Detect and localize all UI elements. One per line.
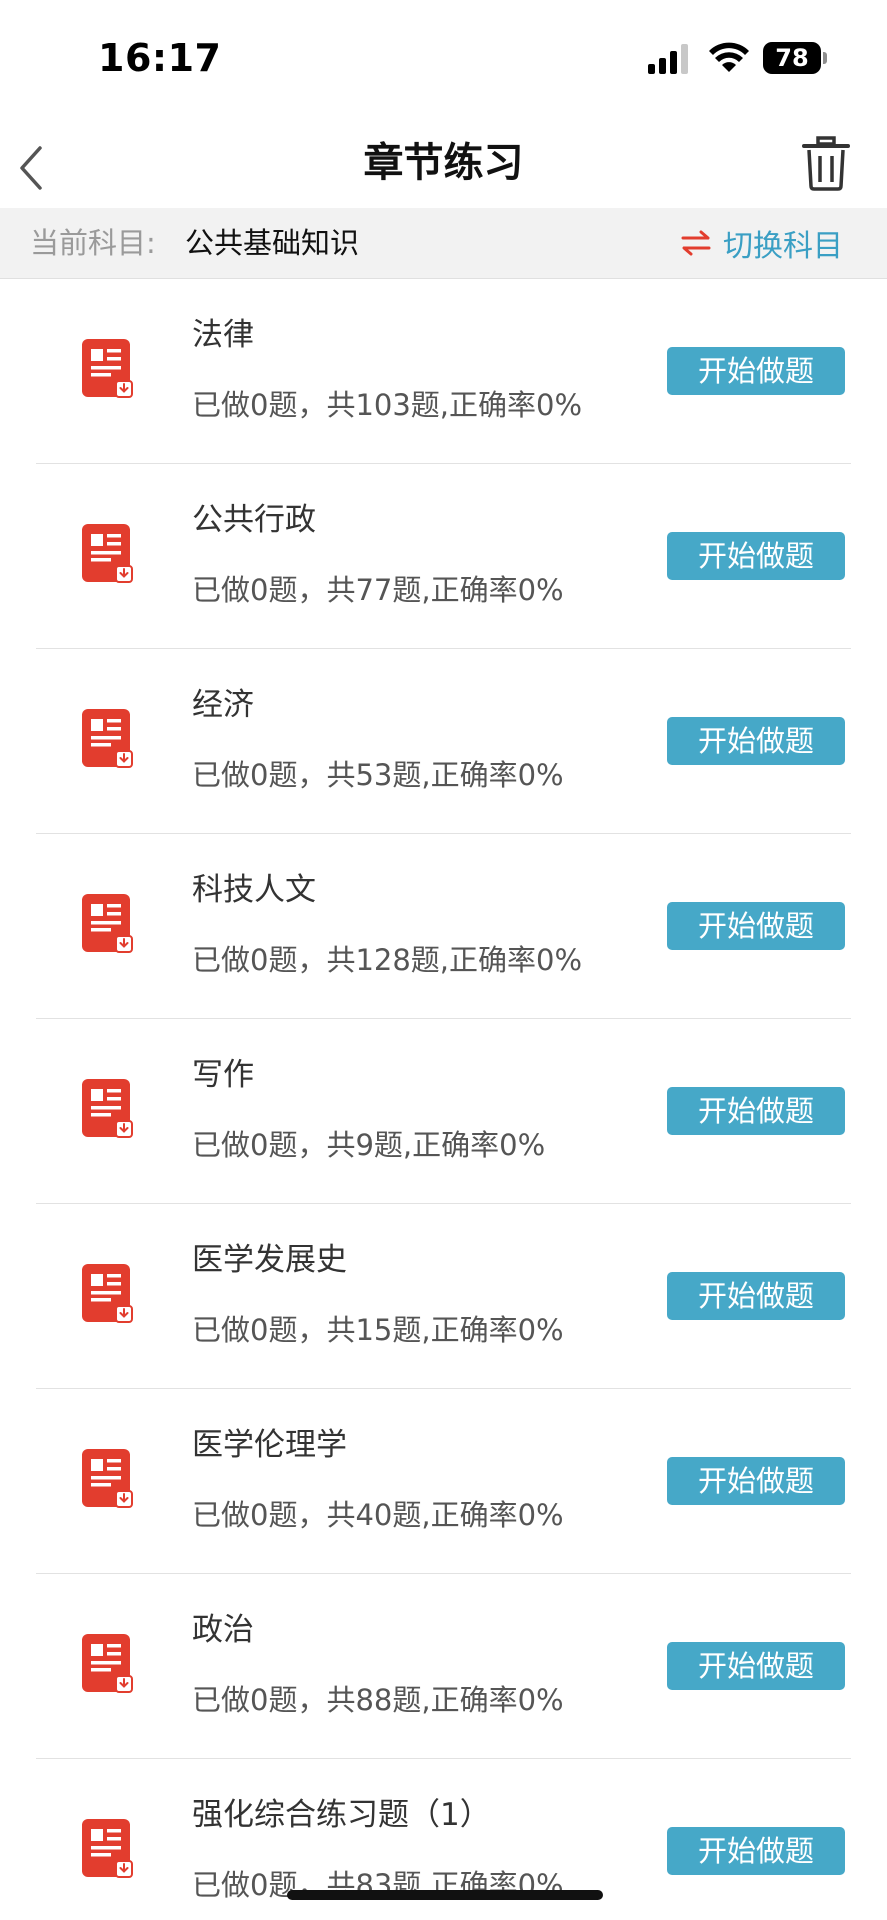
switch-subject-button[interactable]: 切换科目 <box>681 208 843 278</box>
chapter-list: 法律 已做0题，共103题,正确率0% 开始做题 公共行政 已做0题，共77题,… <box>0 279 887 1920</box>
exercise-doc-icon <box>82 709 133 768</box>
chapter-item: 法律 已做0题，共103题,正确率0% 开始做题 <box>36 279 851 464</box>
chapter-item: 经济 已做0题，共53题,正确率0% 开始做题 <box>36 649 851 834</box>
start-practice-button[interactable]: 开始做题 <box>667 1827 845 1875</box>
swap-arrows-icon <box>681 230 711 256</box>
chapter-title: 法律 <box>192 317 254 353</box>
chapter-stats: 已做0题，共77题,正确率0% <box>192 573 564 607</box>
chapter-title: 写作 <box>192 1057 254 1093</box>
nav-bar: 章节练习 <box>0 118 887 208</box>
chapter-stats: 已做0题，共103题,正确率0% <box>192 388 583 422</box>
chapter-item: 科技人文 已做0题，共128题,正确率0% 开始做题 <box>36 834 851 1019</box>
start-practice-button[interactable]: 开始做题 <box>667 532 845 580</box>
chapter-title: 科技人文 <box>192 872 316 908</box>
exercise-doc-icon <box>82 1079 133 1138</box>
battery-icon: 78 <box>763 42 827 74</box>
start-practice-button[interactable]: 开始做题 <box>667 1272 845 1320</box>
start-practice-button[interactable]: 开始做题 <box>667 717 845 765</box>
exercise-doc-icon <box>82 524 133 583</box>
chapter-stats: 已做0题，共88题,正确率0% <box>192 1683 564 1717</box>
chapter-title: 经济 <box>192 687 254 723</box>
chapter-item: 政治 已做0题，共88题,正确率0% 开始做题 <box>36 1574 851 1759</box>
subject-bar: 当前科目: 公共基础知识 切换科目 <box>0 208 887 279</box>
trash-icon <box>802 136 850 191</box>
start-practice-button[interactable]: 开始做题 <box>667 347 845 395</box>
chapter-title: 医学伦理学 <box>192 1427 347 1463</box>
page-title: 章节练习 <box>363 140 524 186</box>
home-indicator <box>287 1890 603 1900</box>
chapter-item: 医学伦理学 已做0题，共40题,正确率0% 开始做题 <box>36 1389 851 1574</box>
status-bar: 16:17 78 <box>0 0 887 118</box>
exercise-doc-icon <box>82 1264 133 1323</box>
current-subject-label: 当前科目: <box>30 226 156 260</box>
exercise-doc-icon <box>82 1449 133 1508</box>
start-practice-button[interactable]: 开始做题 <box>667 1457 845 1505</box>
switch-subject-label: 切换科目 <box>723 229 843 264</box>
chapter-stats: 已做0题，共40题,正确率0% <box>192 1498 564 1532</box>
chapter-title: 政治 <box>192 1612 254 1648</box>
chapter-stats: 已做0题，共128题,正确率0% <box>192 943 583 977</box>
exercise-doc-icon <box>82 339 133 398</box>
exercise-doc-icon <box>82 894 133 953</box>
cellular-signal-icon <box>648 44 688 74</box>
chapter-title: 医学发展史 <box>192 1242 347 1278</box>
exercise-doc-icon <box>82 1634 133 1693</box>
screen: 16:17 78 章节练习 当前科目: 公共基础知识 切换科目 法律 已做0题，… <box>0 0 887 1920</box>
battery-level: 78 <box>763 42 821 74</box>
start-practice-button[interactable]: 开始做题 <box>667 1642 845 1690</box>
chapter-item: 医学发展史 已做0题，共15题,正确率0% 开始做题 <box>36 1204 851 1389</box>
chapter-stats: 已做0题，共53题,正确率0% <box>192 758 564 792</box>
chapter-item: 公共行政 已做0题，共77题,正确率0% 开始做题 <box>36 464 851 649</box>
start-practice-button[interactable]: 开始做题 <box>667 1087 845 1135</box>
status-time: 16:17 <box>98 36 222 80</box>
wifi-icon <box>709 42 749 72</box>
battery-cap <box>823 52 827 64</box>
start-practice-button[interactable]: 开始做题 <box>667 902 845 950</box>
exercise-doc-icon <box>82 1819 133 1878</box>
delete-button[interactable] <box>796 132 856 194</box>
chapter-stats: 已做0题，共9题,正确率0% <box>192 1128 546 1162</box>
chapter-stats: 已做0题，共15题,正确率0% <box>192 1313 564 1347</box>
chapter-title: 强化综合练习题（1） <box>192 1797 491 1833</box>
chapter-item: 写作 已做0题，共9题,正确率0% 开始做题 <box>36 1019 851 1204</box>
chapter-title: 公共行政 <box>192 502 316 538</box>
current-subject-value: 公共基础知识 <box>185 226 360 260</box>
